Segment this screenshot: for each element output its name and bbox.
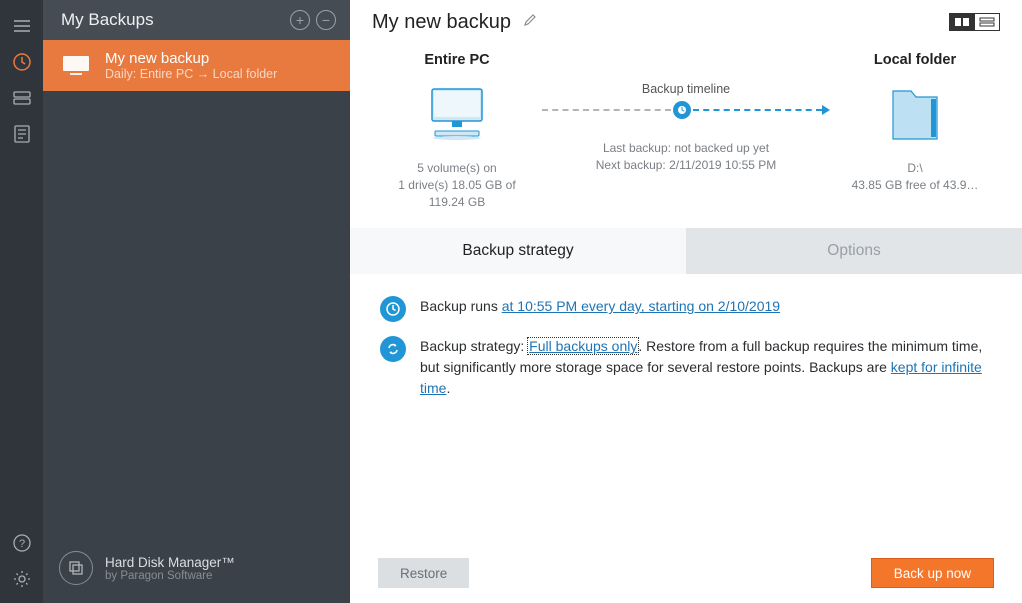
- arrow-right-icon: [822, 105, 830, 115]
- backup-overview: Entire PC 5 volume(s) on 1 drive(s) 18.0…: [350, 44, 1022, 228]
- help-icon[interactable]: ?: [0, 525, 43, 561]
- sidebar-title: My Backups: [61, 10, 284, 30]
- clock-icon: [380, 296, 406, 322]
- source-info-2: 1 drive(s) 18.05 GB of: [398, 177, 515, 194]
- strategy-type-link[interactable]: Full backups only: [528, 338, 638, 354]
- reports-nav-icon[interactable]: [0, 116, 43, 152]
- sidebar-header: My Backups + −: [43, 0, 350, 40]
- tab-options[interactable]: Options: [686, 228, 1022, 274]
- backup-now-button[interactable]: Back up now: [871, 558, 994, 588]
- strategy-body: Backup runs at 10:55 PM every day, start…: [350, 274, 1022, 543]
- destination-column[interactable]: Local folder D:\ 43.85 GB free of 43.9…: [830, 52, 1000, 210]
- backup-job-desc: Daily: Entire PC → Local folder: [105, 67, 277, 81]
- sidebar-footer: Hard Disk Manager™ by Paragon Software: [43, 533, 350, 603]
- schedule-link[interactable]: at 10:55 PM every day, starting on 2/10/…: [502, 298, 780, 314]
- recycle-icon: [380, 336, 406, 362]
- drives-nav-icon[interactable]: [0, 80, 43, 116]
- restore-button[interactable]: Restore: [378, 558, 469, 588]
- remove-backup-button[interactable]: −: [316, 10, 336, 30]
- edit-title-icon[interactable]: [523, 12, 538, 32]
- tabs: Backup strategy Options: [350, 228, 1022, 274]
- backups-nav-icon[interactable]: [0, 44, 43, 80]
- pc-icon: [422, 76, 492, 156]
- strategy-text: Backup strategy: Full backups only. Rest…: [420, 336, 992, 399]
- sidebar: My Backups + − My new backup Daily: Enti…: [43, 0, 350, 603]
- page-title: My new backup: [372, 11, 511, 34]
- destination-free: 43.85 GB free of 43.9…: [852, 177, 979, 194]
- backup-job-item[interactable]: My new backup Daily: Entire PC → Local f…: [43, 40, 350, 91]
- timeline-label: Backup timeline: [642, 82, 730, 96]
- folder-icon: [887, 76, 943, 156]
- last-backup-text: Last backup: not backed up yet: [596, 140, 777, 157]
- product-name: Hard Disk Manager™: [105, 555, 235, 570]
- source-info-3: 119.24 GB: [398, 194, 515, 211]
- view-toggle: [950, 13, 1000, 31]
- monitor-icon: [59, 52, 93, 80]
- main-footer: Restore Back up now: [350, 543, 1022, 603]
- view-list-button[interactable]: [974, 13, 1000, 31]
- nav-rail: ?: [0, 0, 43, 603]
- view-card-button[interactable]: [949, 13, 975, 31]
- product-vendor: by Paragon Software: [105, 570, 235, 582]
- svg-text:?: ?: [18, 538, 24, 550]
- product-logo-icon: [59, 551, 93, 585]
- source-column[interactable]: Entire PC 5 volume(s) on 1 drive(s) 18.0…: [372, 52, 542, 210]
- schedule-text: Backup runs at 10:55 PM every day, start…: [420, 296, 992, 322]
- backup-job-name: My new backup: [105, 50, 277, 67]
- tab-backup-strategy[interactable]: Backup strategy: [350, 228, 686, 274]
- destination-path: D:\: [852, 160, 979, 177]
- main-panel: My new backup Entire PC: [350, 0, 1022, 603]
- timeline-graphic[interactable]: [542, 100, 830, 120]
- menu-icon[interactable]: [0, 8, 43, 44]
- source-info-1: 5 volume(s) on: [398, 160, 515, 177]
- timeline-column: Backup timeline Last backup: not backed …: [542, 52, 830, 210]
- add-backup-button[interactable]: +: [290, 10, 310, 30]
- source-label: Entire PC: [424, 52, 489, 68]
- settings-icon[interactable]: [0, 561, 43, 597]
- destination-label: Local folder: [874, 52, 956, 68]
- timeline-marker-icon: [673, 101, 691, 119]
- next-backup-text: Next backup: 2/11/2019 10:55 PM: [596, 157, 777, 174]
